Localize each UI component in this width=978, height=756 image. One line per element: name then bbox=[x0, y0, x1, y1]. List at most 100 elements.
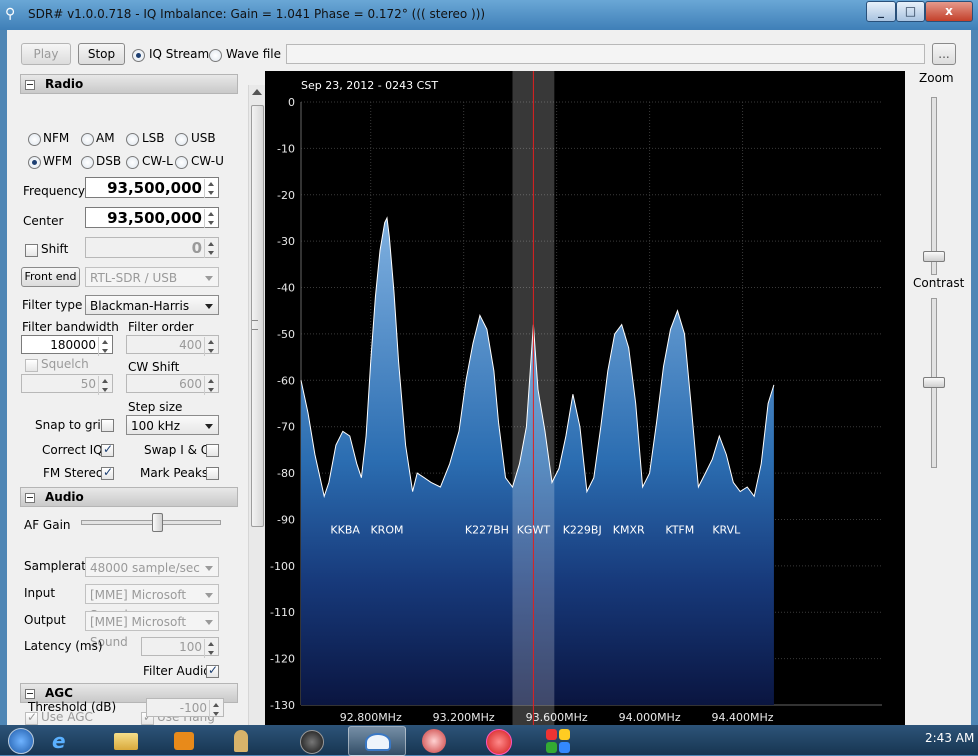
wave-file-radio[interactable] bbox=[209, 49, 222, 62]
spinner-icon[interactable] bbox=[204, 639, 217, 658]
spinner-icon[interactable] bbox=[209, 700, 222, 719]
zoom-slider-track bbox=[931, 97, 937, 275]
splitter-grip[interactable] bbox=[252, 320, 258, 330]
file-explorer-icon[interactable] bbox=[98, 726, 154, 754]
y-tick-label: -110 bbox=[270, 606, 295, 619]
media-player-icon[interactable] bbox=[156, 726, 212, 754]
mark-peaks-checkbox[interactable] bbox=[206, 467, 219, 480]
collapse-icon bbox=[25, 493, 35, 503]
scroll-up-icon[interactable] bbox=[252, 89, 262, 95]
samplerate-select[interactable]: 48000 sample/sec bbox=[85, 557, 219, 577]
spinner-icon[interactable] bbox=[98, 376, 111, 395]
scrollbar-thumb[interactable] bbox=[251, 105, 264, 527]
spinner-icon[interactable] bbox=[204, 239, 217, 258]
filter-audio-checkbox[interactable] bbox=[206, 663, 219, 678]
main-window: Play Stop IQ Stream Wave file ... Radio … bbox=[7, 30, 971, 726]
user-figure-icon[interactable] bbox=[214, 726, 270, 754]
mode-lsb-radio[interactable] bbox=[126, 133, 139, 146]
iq-stream-radio[interactable] bbox=[132, 49, 145, 62]
mode-usb-radio[interactable] bbox=[175, 133, 188, 146]
mode-cwl-radio[interactable] bbox=[126, 156, 139, 169]
latency-input[interactable]: 100 bbox=[141, 637, 219, 658]
input-device-select[interactable]: [MME] Microsoft Sound bbox=[85, 584, 219, 622]
camera-icon[interactable] bbox=[286, 726, 342, 754]
threshold-input[interactable]: -100 bbox=[146, 698, 224, 719]
af-gain-slider[interactable] bbox=[81, 513, 221, 537]
maximize-button[interactable]: □ bbox=[896, 1, 925, 22]
file-path-input[interactable] bbox=[286, 44, 925, 64]
minimize-button[interactable]: _ bbox=[866, 1, 896, 22]
sdr-app-icon[interactable] bbox=[348, 726, 406, 756]
zoom-slider-thumb[interactable] bbox=[923, 251, 945, 263]
grid-yellow bbox=[559, 729, 570, 740]
mode-wfm-radio[interactable] bbox=[28, 156, 41, 169]
frequency-value: 93,500,000 bbox=[107, 179, 202, 197]
network-monitor-icon[interactable] bbox=[408, 726, 464, 754]
y-tick-label: -50 bbox=[277, 328, 295, 341]
taskbar-clock[interactable]: 2:43 AM bbox=[925, 731, 974, 745]
play-button[interactable]: Play bbox=[21, 43, 71, 65]
shift-checkbox[interactable] bbox=[25, 244, 38, 257]
record-icon[interactable] bbox=[470, 726, 526, 755]
filter-bandwidth-label: Filter bandwidth bbox=[22, 320, 119, 334]
af-gain-label: AF Gain bbox=[24, 518, 71, 532]
mode-am-radio[interactable] bbox=[81, 133, 94, 146]
chart-title: Sep 23, 2012 - 0243 CST bbox=[301, 79, 438, 92]
close-button[interactable]: x bbox=[925, 1, 973, 22]
station-label: K229BJ bbox=[563, 524, 602, 537]
mode-dsb-radio[interactable] bbox=[81, 156, 94, 169]
y-tick-label: -10 bbox=[277, 142, 295, 155]
radio-section-header[interactable]: Radio bbox=[20, 74, 238, 94]
af-gain-thumb[interactable] bbox=[151, 513, 163, 532]
media-shape bbox=[174, 732, 194, 750]
front-end-button[interactable]: Front end bbox=[21, 267, 80, 287]
squelch-input[interactable]: 50 bbox=[21, 374, 113, 395]
contrast-label: Contrast bbox=[913, 276, 965, 290]
filter-bandwidth-input[interactable]: 180000 bbox=[21, 335, 113, 356]
spinner-icon[interactable] bbox=[204, 376, 217, 395]
mode-nfm-radio[interactable] bbox=[28, 133, 41, 146]
mode-am-label: AM bbox=[96, 131, 115, 145]
center-input[interactable]: 93,500,000 bbox=[85, 207, 219, 228]
squelch-label: Squelch bbox=[41, 357, 89, 371]
stop-button[interactable]: Stop bbox=[78, 43, 125, 65]
audio-section-header[interactable]: Audio bbox=[20, 487, 238, 507]
grid-blue bbox=[559, 742, 570, 753]
folder-shape bbox=[114, 733, 138, 750]
shift-input[interactable]: 0 bbox=[85, 237, 219, 258]
frequency-input[interactable]: 93,500,000 bbox=[85, 177, 219, 198]
contrast-slider-thumb[interactable] bbox=[923, 377, 945, 388]
filter-order-input[interactable]: 400 bbox=[126, 335, 219, 356]
spinner-icon[interactable] bbox=[204, 179, 217, 198]
step-size-select[interactable]: 100 kHz bbox=[126, 415, 219, 435]
spectrum-chart[interactable]: 0 -10 -20 -30 -40 -50 -60 -70 -80 -90 -100 -110 -120… bbox=[265, 71, 905, 726]
internet-explorer-icon[interactable]: e bbox=[40, 726, 96, 754]
fm-stereo-checkbox[interactable] bbox=[101, 465, 114, 480]
y-tick-label: -20 bbox=[277, 189, 295, 202]
step-size-value: 100 kHz bbox=[131, 419, 180, 433]
center-label: Center bbox=[23, 214, 64, 228]
spinner-icon[interactable] bbox=[204, 337, 217, 356]
filter-type-select[interactable]: Blackman-Harris bbox=[85, 295, 219, 315]
chevron-down-icon bbox=[205, 566, 213, 571]
snap-to-grid-checkbox[interactable] bbox=[101, 419, 114, 432]
correct-iq-checkbox[interactable] bbox=[101, 442, 114, 457]
panel-scrollbar[interactable] bbox=[248, 85, 265, 725]
app-grid-icon[interactable] bbox=[530, 726, 586, 754]
spectrum-display[interactable]: 0 -10 -20 -30 -40 -50 -60 -70 -80 -90 -100 -110 -120… bbox=[265, 71, 905, 726]
swap-iq-checkbox[interactable] bbox=[206, 444, 219, 457]
mode-cwu-radio[interactable] bbox=[175, 156, 188, 169]
audio-section-title: Audio bbox=[45, 490, 84, 504]
radio-section-title: Radio bbox=[45, 77, 84, 91]
browse-button[interactable]: ... bbox=[932, 43, 956, 65]
spinner-icon[interactable] bbox=[98, 337, 111, 356]
window-title: SDR# v1.0.0.718 - IQ Imbalance: Gain = 1… bbox=[28, 7, 486, 21]
spinner-icon[interactable] bbox=[204, 209, 217, 228]
cw-shift-input[interactable]: 600 bbox=[126, 374, 219, 395]
front-end-select[interactable]: RTL-SDR / USB bbox=[85, 267, 219, 287]
mode-cwu-label: CW-U bbox=[191, 154, 224, 168]
sdr-dish-shape bbox=[365, 733, 391, 751]
squelch-value: 50 bbox=[80, 377, 96, 391]
output-device-select[interactable]: [MME] Microsoft Sound bbox=[85, 611, 219, 649]
squelch-checkbox[interactable] bbox=[25, 359, 38, 372]
